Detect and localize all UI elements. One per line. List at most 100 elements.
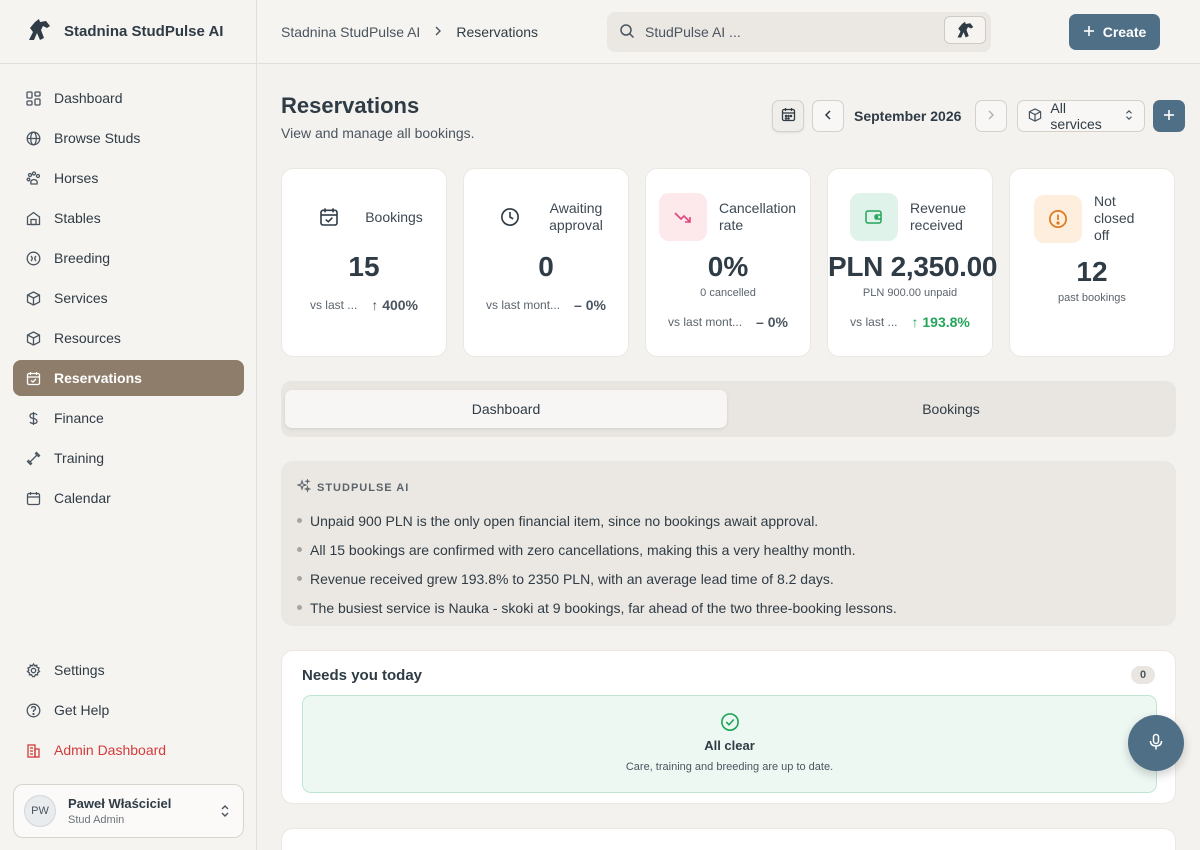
sidebar-item-services[interactable]: Services (13, 280, 244, 316)
bullet (297, 547, 302, 552)
sparkles-icon (296, 478, 312, 496)
stat-value: 0% (707, 251, 749, 282)
stat-label: Revenue received (910, 200, 967, 233)
breadcrumb: Stadnina StudPulse AI Reservations (281, 24, 538, 40)
main-content: Reservations View and manage all booking… (257, 65, 1200, 850)
sidebar-item-training[interactable]: Training (13, 440, 244, 476)
current-month: September 2026 (854, 108, 962, 124)
stable-icon (25, 210, 41, 226)
view-tabs: Dashboard Bookings (281, 381, 1176, 437)
page-title: Reservations (281, 93, 420, 118)
brand[interactable]: Stadnina StudPulse AI (0, 0, 256, 64)
stat-value: 0 (538, 251, 554, 282)
user-info: Paweł Właściciel Stud Admin (68, 796, 171, 826)
stat-compare: vs last mont... – 0% (646, 314, 810, 330)
create-button[interactable]: Create (1069, 14, 1160, 50)
horse-logo-icon[interactable] (944, 16, 986, 44)
dollar-icon (25, 410, 41, 426)
date-toolbar: September 2026 All services (772, 100, 1186, 132)
stat-delta-value: 193.8% (922, 314, 970, 330)
sidebar-item-resources[interactable]: Resources (13, 320, 244, 356)
stat-value: 15 (348, 251, 380, 282)
grid-icon (25, 90, 41, 106)
stat-label: Cancellation rate (719, 200, 797, 233)
insight-text: Revenue received grew 193.8% to 2350 PLN… (310, 570, 834, 587)
calendar-picker-button[interactable] (772, 100, 804, 132)
service-filter-select[interactable]: All services (1017, 100, 1146, 132)
sidebar-item-stables[interactable]: Stables (13, 200, 244, 236)
breeding-icon (25, 250, 41, 266)
calendar-check-icon (305, 193, 353, 241)
stat-delta: – 0% (756, 314, 788, 330)
all-clear-state: All clear Care, training and breeding ar… (302, 695, 1157, 793)
chevron-up-down-icon (1124, 108, 1134, 125)
dash-icon: – (574, 297, 582, 313)
insight-text: All 15 bookings are confirmed with zero … (310, 541, 856, 558)
sidebar-item-finance[interactable]: Finance (13, 400, 244, 436)
sidebar-item-settings[interactable]: Settings (13, 652, 244, 688)
sidebar-item-label: Horses (54, 170, 99, 186)
all-clear-title: All clear (704, 738, 755, 753)
stat-compare-label: vs last mont... (668, 315, 743, 329)
stat-delta: ↑ 400% (371, 297, 418, 313)
stat-label: Not closed off (1094, 193, 1135, 243)
sidebar-item-reservations[interactable]: Reservations (13, 360, 244, 396)
stat-value: PLN 2,350.00 (828, 251, 998, 282)
tab-bookings[interactable]: Bookings (730, 390, 1172, 428)
stat-delta: – 0% (574, 297, 606, 313)
tab-dashboard[interactable]: Dashboard (285, 390, 727, 428)
user-name: Paweł Właściciel (68, 796, 172, 811)
calendar-icon (781, 107, 796, 125)
sidebar-item-browse-studs[interactable]: Browse Studs (13, 120, 244, 156)
sidebar-item-admin-dashboard[interactable]: Admin Dashboard (13, 732, 244, 768)
list-item: Revenue received grew 193.8% to 2350 PLN… (297, 564, 1160, 593)
sidebar-item-label: Admin Dashboard (54, 742, 167, 758)
help-icon (25, 702, 41, 718)
stat-delta-value: 0% (767, 314, 788, 330)
breadcrumb-root[interactable]: Stadnina StudPulse AI (281, 24, 420, 40)
sidebar-item-horses[interactable]: Horses (13, 160, 244, 196)
stat-delta-value: 400% (382, 297, 419, 313)
wallet-icon (850, 193, 898, 241)
box-icon (25, 290, 41, 306)
add-reservation-button[interactable] (1153, 100, 1186, 132)
stat-compare-label: vs last ... (850, 315, 898, 329)
next-month-button[interactable] (975, 100, 1008, 132)
stat-compare: vs last mont... – 0% (464, 297, 628, 313)
page-subtitle: View and manage all bookings. (281, 125, 475, 141)
search-input[interactable]: StudPulse AI ... (607, 12, 991, 52)
sidebar-item-label: Breeding (54, 250, 111, 266)
user-menu[interactable]: PW Paweł Właściciel Stud Admin (13, 784, 244, 838)
chevron-up-down-icon (219, 803, 231, 822)
sidebar-item-dashboard[interactable]: Dashboard (13, 80, 244, 116)
create-label: Create (1102, 24, 1147, 40)
clock-icon (486, 193, 534, 241)
stat-note: 0 cancelled (700, 287, 756, 299)
box-icon (25, 330, 41, 346)
sidebar-item-breeding[interactable]: Breeding (13, 240, 244, 276)
sidebar-item-calendar[interactable]: Calendar (13, 480, 244, 516)
insight-text: The busiest service is Nauka - skoki at … (310, 599, 897, 616)
sidebar-item-label: Settings (54, 662, 105, 678)
alert-circle-icon (1034, 194, 1082, 243)
dumbbell-icon (25, 450, 41, 466)
sidebar: Stadnina StudPulse AI Dashboard Browse S… (0, 0, 257, 850)
chevron-right-icon (434, 24, 442, 40)
sidebar-item-get-help[interactable]: Get Help (13, 692, 244, 728)
breadcrumb-current: Reservations (456, 24, 539, 40)
dash-icon: – (756, 314, 764, 330)
list-item: The busiest service is Nauka - skoki at … (297, 593, 1160, 622)
prev-month-button[interactable] (812, 100, 844, 132)
arrow-up-icon: ↑ (911, 314, 919, 330)
ai-title-text: STUDPULSE AI (317, 481, 410, 494)
sidebar-item-label: Finance (54, 410, 104, 426)
stat-note: PLN 900.00 unpaid (862, 287, 958, 299)
bullet (297, 518, 302, 523)
next-section-card (281, 828, 1176, 850)
stat-compare: vs last ... ↑ 193.8% (828, 314, 992, 330)
avatar: PW (24, 795, 56, 827)
sidebar-nav: Dashboard Browse Studs Horses Stables Br… (13, 80, 244, 520)
brand-name: Stadnina StudPulse AI (64, 23, 224, 40)
voice-assistant-button[interactable] (1128, 715, 1184, 771)
ai-insights-list: Unpaid 900 PLN is the only open financia… (297, 506, 1160, 622)
